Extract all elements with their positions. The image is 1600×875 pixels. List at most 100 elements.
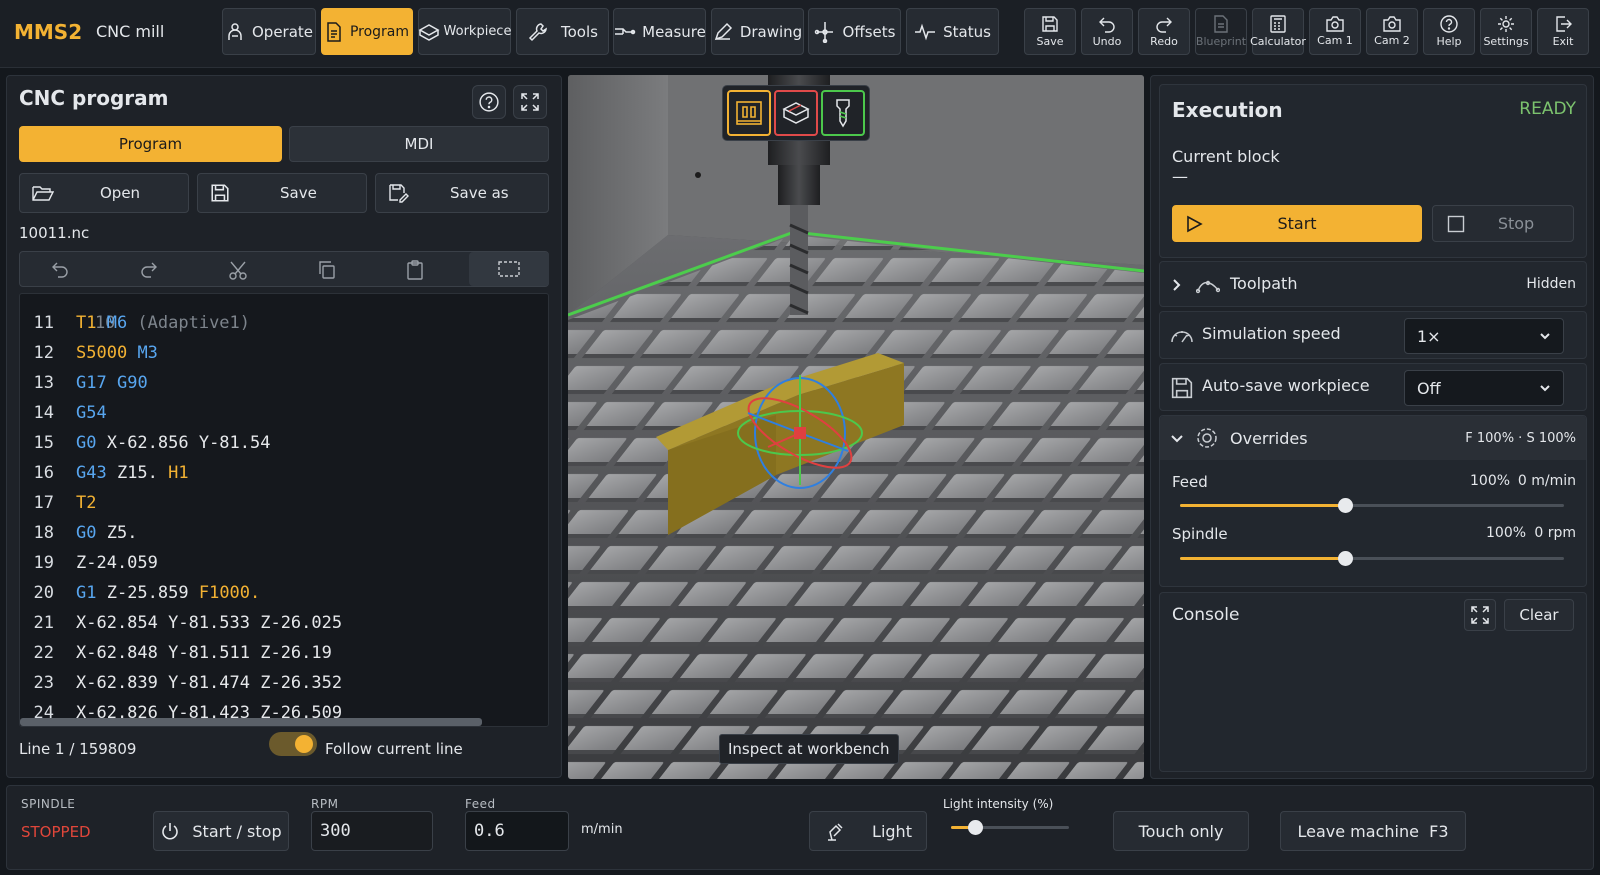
view-tool-button[interactable]	[821, 90, 865, 136]
leave-machine-button[interactable]: Leave machine F3	[1280, 811, 1466, 851]
redo-icon	[139, 260, 159, 278]
feed-label: Feed	[465, 797, 496, 811]
copy-icon	[317, 260, 337, 280]
code-token: X-62.839 Y-81.474 Z-26.352	[76, 673, 343, 693]
spindle-override-label: Spindle	[1172, 525, 1228, 543]
settings-button[interactable]: Settings	[1480, 8, 1532, 55]
touch-only-button[interactable]: Touch only	[1113, 811, 1249, 851]
horizontal-scrollbar[interactable]	[20, 718, 482, 726]
feed-slider-knob[interactable]	[1338, 498, 1353, 513]
undo-label: Undo	[1092, 35, 1122, 48]
help-icon	[479, 92, 499, 112]
panel-title: CNC program	[19, 86, 169, 110]
open-button[interactable]: Open	[19, 173, 189, 213]
file-save-button[interactable]: Save	[197, 173, 367, 213]
light-slider-knob[interactable]	[968, 820, 983, 835]
nav-program-button[interactable]: Program	[321, 8, 413, 55]
overrides-header[interactable]: Overrides F 100% · S 100%	[1160, 416, 1586, 460]
view-machine-button[interactable]	[774, 90, 818, 136]
spindle-start-stop-button[interactable]: Start / stop	[153, 811, 289, 851]
execution-state: READY	[1519, 99, 1576, 119]
editor-cut-button[interactable]	[228, 260, 248, 284]
cam2-label: Cam 2	[1374, 34, 1410, 47]
start-button[interactable]: Start	[1172, 205, 1422, 242]
stop-icon	[1447, 215, 1465, 233]
editor-paste-button[interactable]	[406, 260, 424, 284]
exit-button[interactable]: Exit	[1537, 8, 1589, 55]
redo-button[interactable]: Redo	[1138, 8, 1190, 55]
code-editor[interactable]: 10 (Adaptive1) 11 T1 M6 12 S5000 M3 13 G17 G90…	[19, 293, 549, 727]
editor-select-all-button[interactable]	[469, 252, 549, 286]
line-number: 14	[33, 403, 54, 423]
editor-redo-button[interactable]	[139, 260, 159, 282]
rpm-label: RPM	[311, 797, 339, 811]
nav-workpiece-button[interactable]: Workpiece	[417, 8, 511, 55]
tab-mdi[interactable]: MDI	[289, 126, 549, 162]
panel-expand-button[interactable]	[513, 85, 547, 119]
code-token: G1	[76, 583, 97, 603]
settings-label: Settings	[1483, 35, 1529, 48]
nav-drawing-button[interactable]: Drawing	[711, 8, 804, 55]
3d-viewport[interactable]: Inspect at workbench	[568, 75, 1144, 779]
simulation-speed-select[interactable]: 1×	[1404, 318, 1564, 354]
code-token: M6	[106, 313, 128, 333]
camera-icon	[1325, 16, 1345, 32]
feed-input[interactable]	[465, 811, 569, 851]
code-line: 18 G0 Z5.	[20, 518, 138, 548]
cam2-button[interactable]: Cam 2	[1366, 8, 1418, 55]
console-clear-button[interactable]: Clear	[1504, 599, 1574, 631]
rpm-input[interactable]	[311, 811, 433, 851]
blueprint-icon	[1212, 15, 1230, 33]
undo-button[interactable]: Undo	[1081, 8, 1133, 55]
stop-label: Stop	[1497, 214, 1535, 233]
file-save-label: Save	[280, 184, 317, 202]
line-text: (Adaptive1)	[137, 313, 251, 333]
nav-tools-button[interactable]: Tools	[516, 8, 609, 55]
stop-button[interactable]: Stop	[1432, 205, 1574, 242]
nav-drawing-label: Drawing	[739, 22, 803, 41]
toolpath-label: Toolpath	[1230, 274, 1298, 293]
tab-program[interactable]: Program	[19, 126, 282, 162]
nav-measure-button[interactable]: Measure	[613, 8, 706, 55]
editor-copy-button[interactable]	[317, 260, 337, 284]
help-button[interactable]: Help	[1423, 8, 1475, 55]
nav-status-button[interactable]: Status	[906, 8, 999, 55]
save-as-button[interactable]: Save as	[375, 173, 549, 213]
code-line: 11 T1 M6	[20, 308, 128, 338]
editor-undo-button[interactable]	[50, 260, 70, 282]
toolpath-value: Hidden	[1526, 276, 1576, 292]
line-number: 18	[33, 523, 54, 543]
editor-toolbar	[19, 251, 549, 287]
current-block-value: —	[1172, 167, 1188, 186]
code-token: G43	[76, 463, 107, 483]
spindle-label: SPINDLE	[21, 797, 76, 811]
follow-line-toggle[interactable]	[269, 732, 317, 756]
console-expand-button[interactable]	[1464, 599, 1496, 631]
light-intensity-label: Light intensity (%)	[943, 797, 1054, 811]
code-line: 13 G17 G90	[20, 368, 148, 398]
code-token: Z-25.859	[96, 583, 199, 603]
spindle-slider-knob[interactable]	[1338, 551, 1353, 566]
nav-operate-button[interactable]: Operate	[222, 8, 316, 55]
line-number: 20	[33, 583, 54, 603]
calculator-button[interactable]: Calculator	[1250, 8, 1306, 55]
nav-program-label: Program	[349, 23, 410, 40]
code-token: T2	[76, 493, 97, 513]
cam1-button[interactable]: Cam 1	[1309, 8, 1361, 55]
autosave-select[interactable]: Off	[1404, 370, 1564, 406]
nav-offsets-button[interactable]: Offsets	[808, 8, 901, 55]
console-card: Console Clear	[1159, 592, 1587, 772]
code-token: T1	[76, 313, 97, 333]
view-workbench-button[interactable]	[727, 90, 771, 136]
probe-icon	[613, 23, 637, 41]
cnc-program-panel: CNC program Program MDI Open Save Save a…	[6, 75, 562, 778]
code-line: 20 G1 Z-25.859 F1000.	[20, 578, 261, 608]
light-button[interactable]: Light	[809, 811, 927, 851]
blueprint-button[interactable]: Blueprint	[1195, 8, 1247, 55]
save-button[interactable]: Save	[1024, 8, 1076, 55]
panel-help-button[interactable]	[472, 85, 506, 119]
toolpath-row[interactable]: Toolpath Hidden	[1159, 261, 1587, 307]
line-number: 13	[33, 373, 54, 393]
chevron-right-icon	[1172, 278, 1182, 292]
console-label: Console	[1172, 605, 1240, 625]
